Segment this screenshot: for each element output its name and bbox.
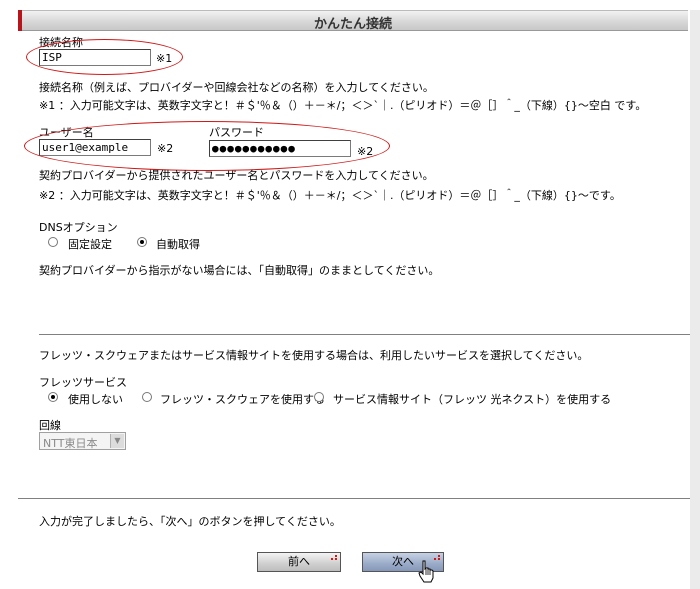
flets-square-label[interactable]: フレッツ・スクウェアを使用する xyxy=(160,391,325,407)
line-select[interactable]: NTT東日本 ▼ xyxy=(39,432,126,450)
dns-help: 契約プロバイダーから指示がない場合には、「自動取得」のままとしてください。 xyxy=(39,264,440,277)
note-mark-2-user: ※2 xyxy=(157,142,174,155)
credentials-help: 契約プロバイダーから提供されたユーザー名とパスワードを入力してください。 xyxy=(39,169,434,182)
username-input[interactable] xyxy=(39,139,151,156)
connection-name-help: 接続名称（例えば、プロバイダーや回線会社などの名称）を入力してください。 xyxy=(39,81,434,94)
password-label: パスワード xyxy=(209,126,264,139)
credentials-rule: ※2 ：入力可能文字は、英数字文字と！＃＄'％＆（）＋－＊/；＜＞`｜.（ピリオ… xyxy=(39,189,621,202)
note-mark-2-pass: ※2 xyxy=(357,145,374,158)
page-header: かんたん接続 xyxy=(18,10,688,32)
page-title: かんたん接続 xyxy=(313,17,392,32)
dns-auto-label[interactable]: 自動取得 xyxy=(156,236,200,252)
back-button-label: 前へ xyxy=(288,555,310,568)
flets-info-site-radio[interactable] xyxy=(314,392,324,402)
connection-name-label: 接続名称 xyxy=(39,36,83,49)
username-label: ユーザー名 xyxy=(39,126,94,139)
line-select-value: NTT東日本 xyxy=(43,437,98,450)
dns-fixed-label[interactable]: 固定設定 xyxy=(68,236,112,252)
chevron-down-icon: ▼ xyxy=(110,434,124,448)
flets-intro: フレッツ・スクウェアまたはサービス情報サイトを使用する場合は、利用したいサービス… xyxy=(39,349,589,362)
password-input[interactable] xyxy=(209,140,351,157)
flets-none-radio[interactable] xyxy=(48,392,58,402)
dns-auto-radio[interactable] xyxy=(137,237,147,247)
flets-service-label: フレッツサービス xyxy=(39,376,127,389)
note-mark-1: ※1 xyxy=(156,52,173,65)
next-button-label: 次へ xyxy=(392,555,414,568)
connection-name-rule: ※1 ：入力可能文字は、英数字文字と！＃＄'％＆（）＋－＊/；＜＞`｜.（ピリオ… xyxy=(39,99,647,112)
red-dots-icon xyxy=(331,555,337,561)
flets-none-label[interactable]: 使用しない xyxy=(68,391,123,407)
dns-option-label: DNSオプション xyxy=(39,221,118,234)
line-label: 回線 xyxy=(39,419,61,432)
footer-divider xyxy=(18,498,690,499)
flets-info-site-label[interactable]: サービス情報サイト（フレッツ 光ネクスト）を使用する xyxy=(333,391,611,407)
hand-cursor-icon xyxy=(418,560,434,583)
dns-fixed-radio[interactable] xyxy=(48,237,58,247)
right-edge-strip xyxy=(690,10,700,589)
footer-instruction: 入力が完了しましたら、「次へ」のボタンを押してください。 xyxy=(39,515,341,528)
header-accent-bar xyxy=(18,10,22,31)
connection-name-input[interactable] xyxy=(39,49,151,66)
flets-square-radio[interactable] xyxy=(142,392,152,402)
divider xyxy=(39,334,690,335)
back-button[interactable]: 前へ xyxy=(257,552,341,572)
